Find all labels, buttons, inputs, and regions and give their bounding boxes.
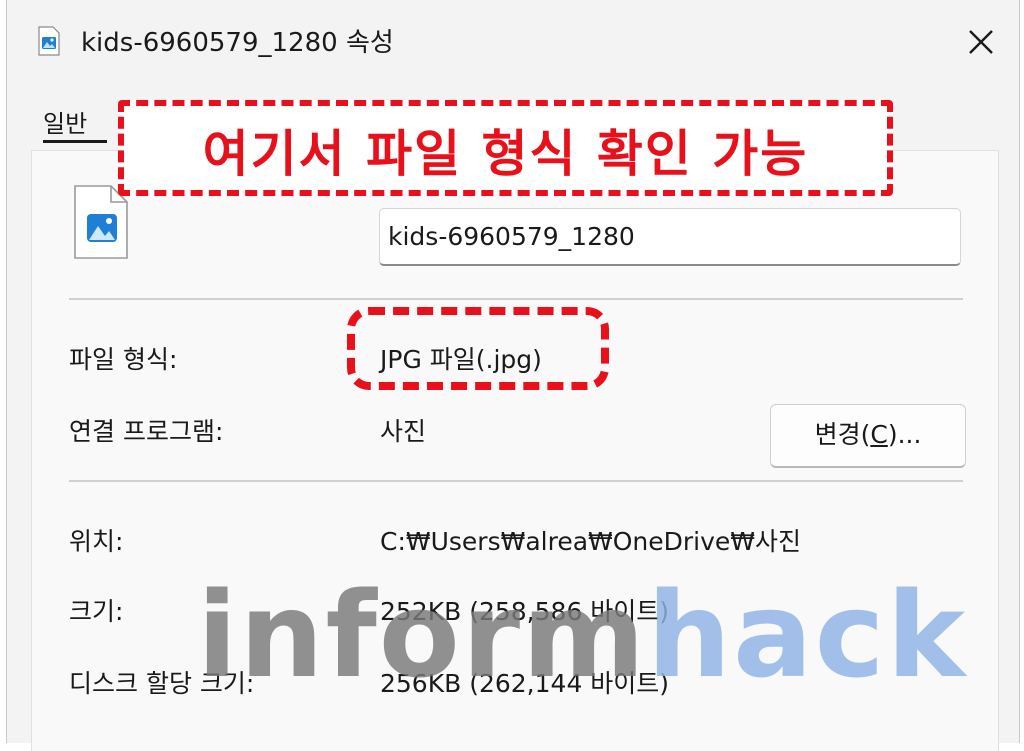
opens-with-value: 사진 [380,417,427,446]
change-button-access-key: C [870,420,888,449]
divider [69,298,963,300]
title-bar: kids-6960579_1280 속성 [7,0,1019,82]
image-file-icon [38,26,60,56]
tab-general[interactable]: 일반 [43,104,87,139]
divider [69,480,963,482]
file-name-input[interactable] [379,208,961,266]
tab-indicator [43,140,107,143]
annotation-callout: 여기서 파일 형식 확인 가능 [118,100,893,196]
close-icon[interactable] [961,22,1001,62]
change-button-prefix: 변경( [814,420,871,449]
annotation-highlight-box [347,307,609,390]
size-label: 크기: [69,597,124,626]
window-title: kids-6960579_1280 속성 [81,28,394,58]
location-value: C:₩Users₩alrea₩OneDrive₩사진 [380,527,802,556]
change-button[interactable]: 변경(C)... [770,404,966,468]
opens-with-label: 연결 프로그램: [69,417,224,446]
disk-size-value: 256KB (262,144 바이트) [380,669,670,698]
properties-window: kids-6960579_1280 속성 일반 파일 형식: JPG 파일(.j… [6,0,1020,751]
annotation-callout-text: 여기서 파일 형식 확인 가능 [202,125,809,183]
location-label: 위치: [69,527,124,556]
change-button-suffix: )... [887,420,922,449]
disk-size-label: 디스크 할당 크기: [69,669,255,698]
size-value: 252KB (258,586 바이트) [380,597,670,626]
file-type-label: 파일 형식: [69,345,178,374]
